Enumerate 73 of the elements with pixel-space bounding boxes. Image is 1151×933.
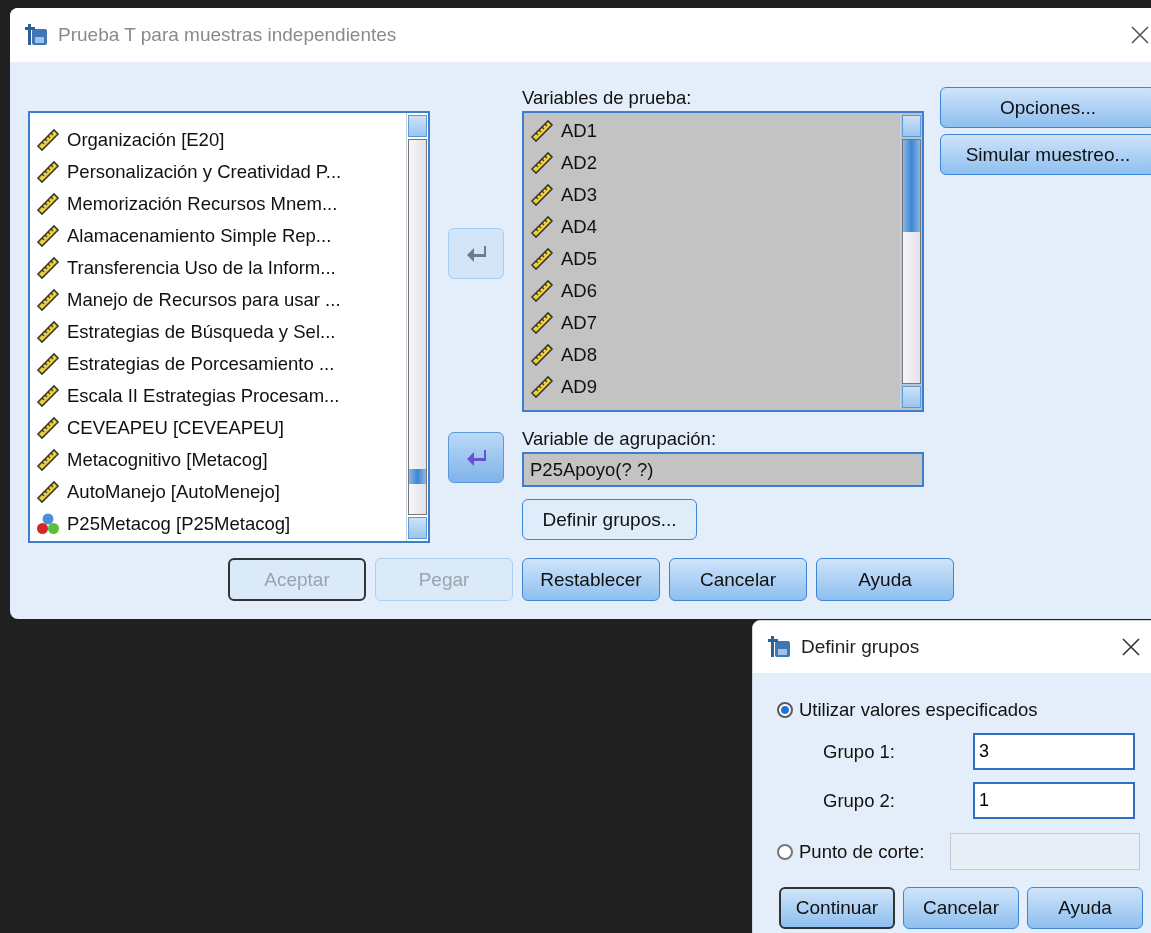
ruler-icon xyxy=(36,224,60,248)
variable-item[interactable]: Memorización Recursos Mnem... xyxy=(36,188,406,220)
dialog-button[interactable]: Cancelar xyxy=(903,887,1019,929)
ruler-icon xyxy=(36,320,60,344)
variable-item[interactable]: AD4 xyxy=(530,211,900,243)
ruler-icon xyxy=(36,448,60,472)
list-label: Variables de prueba: xyxy=(522,87,692,109)
variable-item[interactable]: AD7 xyxy=(530,307,900,339)
scrollbar[interactable] xyxy=(900,113,922,410)
dialog-button[interactable]: Restablecer xyxy=(522,558,660,601)
input-field[interactable]: 1 xyxy=(973,782,1135,819)
ruler-icon xyxy=(36,288,60,312)
dialog-button[interactable]: Cancelar xyxy=(669,558,807,601)
variable-item[interactable]: Metacognitivo [Metacog] xyxy=(36,444,406,476)
ruler-icon xyxy=(530,343,554,367)
balls-icon xyxy=(36,512,60,536)
ruler-icon xyxy=(36,480,60,504)
move-button[interactable] xyxy=(448,432,504,483)
variable-item[interactable]: Manejo de Recursos para usar ... xyxy=(36,284,406,316)
grouping-variable-field[interactable]: P25Apoyo(? ?) xyxy=(522,452,924,487)
variable-item[interactable]: Organización [E20] xyxy=(36,124,406,156)
option-label: Punto de corte: xyxy=(799,840,925,863)
scrollbar[interactable] xyxy=(406,113,428,541)
field-label: Grupo 1: xyxy=(822,740,896,763)
close-icon[interactable] xyxy=(1121,637,1141,657)
ruler-icon xyxy=(530,215,554,239)
ruler-icon xyxy=(530,375,554,399)
input-field[interactable]: 3 xyxy=(973,733,1135,770)
ruler-icon xyxy=(36,416,60,440)
variable-item[interactable]: AD8 xyxy=(530,339,900,371)
variable-item[interactable]: Transferencia Uso de la Inform... xyxy=(36,252,406,284)
window-title: Prueba T para muestras independientes xyxy=(58,24,398,46)
ruler-icon xyxy=(36,352,60,376)
variable-item[interactable]: Estrategias de Búsqueda y Sel... xyxy=(36,316,406,348)
side-button[interactable]: Simular muestreo... xyxy=(940,134,1151,175)
variable-item[interactable]: AD1 xyxy=(530,115,900,147)
variable-item[interactable]: AD2 xyxy=(530,147,900,179)
ruler-icon xyxy=(36,160,60,184)
ruler-icon xyxy=(530,183,554,207)
ruler-icon xyxy=(530,247,554,271)
ruler-icon xyxy=(530,279,554,303)
field-label: Grupo 2: xyxy=(822,789,896,812)
side-button[interactable]: Opciones... xyxy=(940,87,1151,128)
ruler-icon xyxy=(530,311,554,335)
variable-item[interactable]: Estrategias de Porcesamiento ... xyxy=(36,348,406,380)
dialog-button[interactable]: Ayuda xyxy=(816,558,954,601)
variable-item[interactable]: AD9 xyxy=(530,371,900,403)
variable-item[interactable]: Alamacenamiento Simple Rep... xyxy=(36,220,406,252)
variable-item[interactable]: P25Metacog [P25Metacog] xyxy=(36,508,406,540)
dialog-button[interactable]: Ayuda xyxy=(1027,887,1143,929)
ruler-icon xyxy=(36,192,60,216)
radio-button[interactable] xyxy=(777,843,793,860)
define-groups-button[interactable]: Definir grupos... xyxy=(522,499,697,540)
variable-item[interactable]: AD3 xyxy=(530,179,900,211)
close-icon[interactable] xyxy=(1130,25,1150,45)
ruler-icon xyxy=(36,128,60,152)
app-icon xyxy=(767,635,791,659)
variable-item[interactable]: AD6 xyxy=(530,275,900,307)
window-title: Definir grupos xyxy=(801,636,921,658)
app-icon xyxy=(24,23,48,47)
ruler-icon xyxy=(530,119,554,143)
variable-item[interactable]: CEVEAPEU [CEVEAPEU] xyxy=(36,412,406,444)
field-label: Variable de agrupación: xyxy=(522,428,717,450)
variable-item[interactable]: AutoManejo [AutoMenejo] xyxy=(36,476,406,508)
ruler-icon xyxy=(36,384,60,408)
dialog-button[interactable]: Continuar xyxy=(779,887,895,929)
ruler-icon xyxy=(530,151,554,175)
radio-button[interactable] xyxy=(777,702,793,718)
option-label: Utilizar valores especificados xyxy=(799,699,1038,721)
ruler-icon xyxy=(36,256,60,280)
variable-item[interactable]: Escala II Estrategias Procesam... xyxy=(36,380,406,412)
variable-item[interactable]: AD5 xyxy=(530,243,900,275)
variable-item[interactable]: Personalización y Creatividad P... xyxy=(36,156,406,188)
